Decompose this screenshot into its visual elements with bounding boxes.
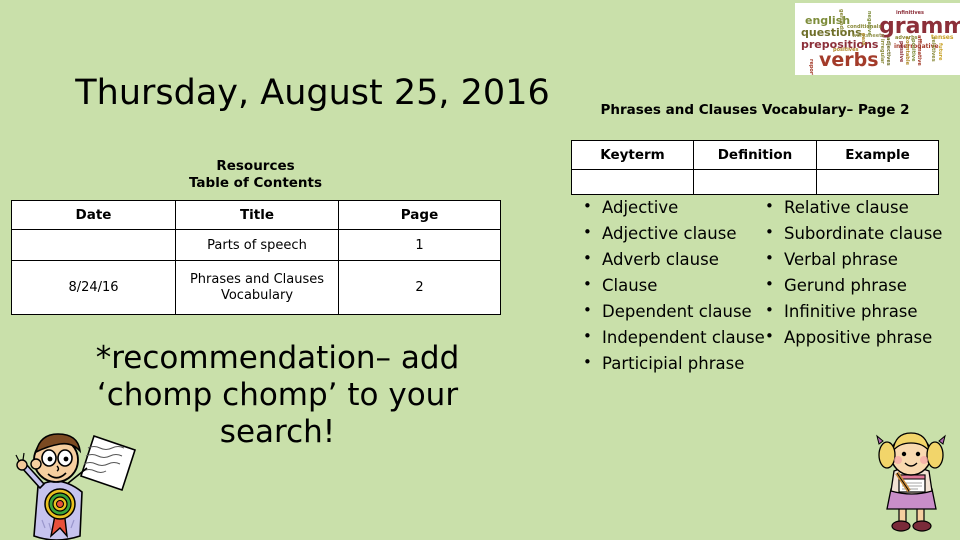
toc-header-date: Date (11, 200, 176, 230)
vocabulary-table: Keyterm Definition Example (571, 140, 939, 195)
list-item: Appositive phrase (760, 325, 960, 349)
girl-with-books-clipart (876, 432, 946, 532)
wordcloud-word: past (860, 33, 866, 46)
table-of-contents-table: Date Title Page Parts of speech 1 8/24/1… (11, 200, 501, 315)
toc-cell-page: 1 (338, 229, 501, 261)
wordcloud-word: gerunds (838, 9, 844, 33)
toc-caption: Resources Table of Contents (11, 158, 500, 192)
vocab-header-keyterm: Keyterm (571, 140, 694, 170)
toc-cell-date: 8/24/16 (11, 260, 176, 315)
wordcloud-word: conditionals (847, 24, 882, 30)
list-item: Adjective (578, 195, 774, 219)
list-item: Clause (578, 273, 774, 297)
toc-cell-title: Parts of speech (175, 229, 339, 261)
list-item: Verbal phrase (760, 247, 960, 271)
list-item: Relative clause (760, 195, 960, 219)
grammar-wordcloud-image: grammarverbsprepositionsenglishquestions… (795, 3, 960, 75)
wordcloud-word: adjectives (885, 37, 891, 66)
table-row: 8/24/16 Phrases and Clauses Vocabulary 2 (11, 260, 501, 315)
wordcloud-word: negative (866, 11, 872, 36)
list-item: Adverb clause (578, 247, 774, 271)
table-header-row: Keyterm Definition Example (571, 140, 939, 170)
wordcloud-word: infinitives (896, 10, 924, 16)
table-row: Parts of speech 1 (11, 229, 501, 261)
vocab-header-definition: Definition (693, 140, 817, 170)
list-item: Gerund phrase (760, 273, 960, 297)
wordcloud-word: countable (904, 37, 910, 65)
vocab-cell-example (816, 169, 939, 195)
vocab-terms-left-list: AdjectiveAdjective clauseAdverb clauseCl… (578, 195, 774, 378)
wordcloud-word: positive (910, 39, 916, 62)
wordcloud-word: relatives (930, 37, 936, 62)
wordcloud-word: reported (808, 59, 814, 75)
list-item: Infinitive phrase (760, 299, 960, 323)
vocab-cell-definition (693, 169, 817, 195)
toc-caption-line1: Resources (216, 158, 295, 174)
wordcloud-word: positives (833, 47, 859, 53)
toc-header-title: Title (175, 200, 339, 230)
toc-cell-page: 2 (338, 260, 501, 315)
recommendation-line1: *recommendation– add (95, 340, 460, 376)
wordcloud-word: passive (898, 41, 904, 63)
list-item: Dependent clause (578, 299, 774, 323)
recommendation-line2: ‘chomp chomp’ to your (96, 377, 459, 413)
toc-cell-date (11, 229, 176, 261)
vocab-terms-right-list: Relative clauseSubordinate clauseVerbal … (760, 195, 960, 352)
boy-with-ribbon-clipart (15, 433, 137, 540)
toc-cell-title: Phrases and Clauses Vocabulary (175, 260, 339, 315)
wordcloud-word: verbs (819, 49, 879, 71)
slide-canvas: grammarverbsprepositionsenglishquestions… (0, 0, 960, 540)
vocab-header-example: Example (816, 140, 939, 170)
page-title: Thursday, August 25, 2016 (75, 73, 550, 113)
wordcloud-word: affirmative (916, 35, 922, 66)
table-row (571, 169, 939, 195)
wordcloud-word: irregular (879, 39, 885, 64)
toc-header-page: Page (338, 200, 501, 230)
wordcloud-word: future (937, 43, 943, 61)
toc-caption-line2: Table of Contents (188, 175, 323, 191)
vocab-heading: Phrases and Clauses Vocabulary– Page 2 (600, 102, 910, 118)
list-item: Participial phrase (578, 351, 774, 375)
table-header-row: Date Title Page (11, 200, 501, 230)
list-item: Adjective clause (578, 221, 774, 245)
list-item: Subordinate clause (760, 221, 960, 245)
vocab-cell-keyterm (571, 169, 694, 195)
list-item: Independent clause (578, 325, 774, 349)
